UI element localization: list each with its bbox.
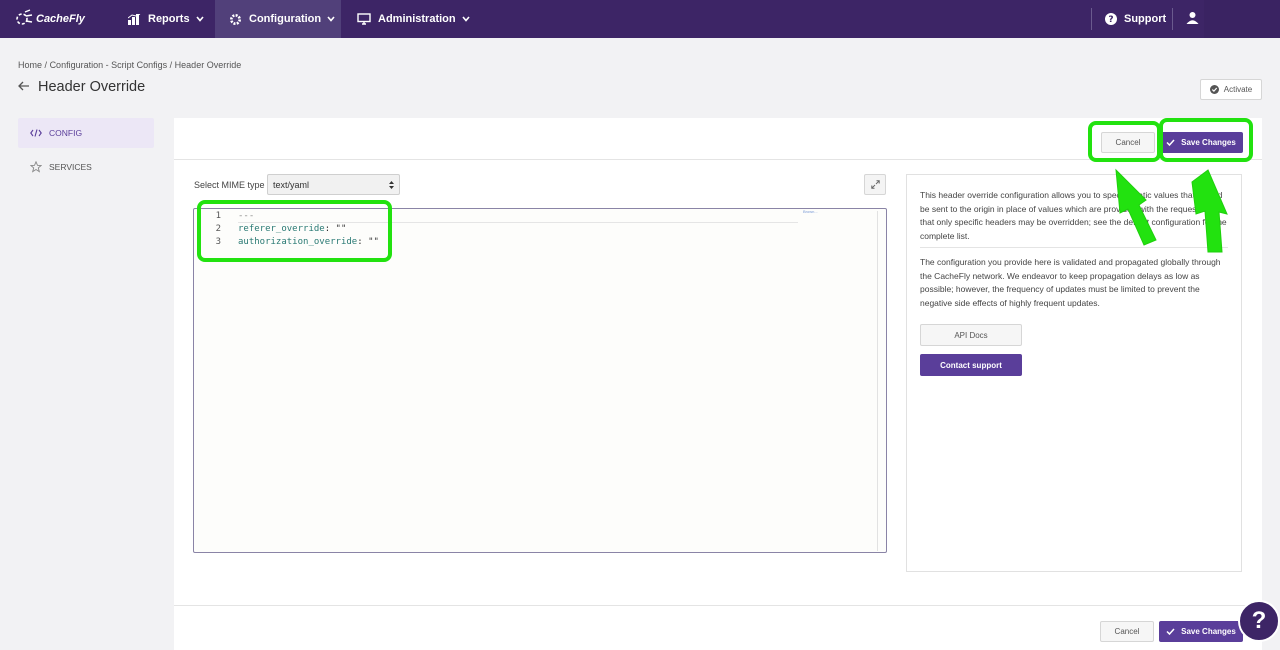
breadcrumb-script-configs[interactable]: Configuration - Script Configs	[50, 60, 168, 70]
activate-label: Activate	[1223, 85, 1253, 94]
help-chat-button[interactable]: ?	[1238, 600, 1280, 642]
mime-type-label: Select MIME type	[194, 180, 265, 190]
editor-minimap[interactable]: Brown...	[803, 209, 818, 214]
yaml-key: referer_override	[238, 224, 325, 234]
active-line-highlight	[238, 211, 798, 223]
code-text: authorization_override: ""	[238, 236, 379, 249]
info-paragraph: This header override configuration allow…	[920, 190, 1227, 241]
logo-mark-icon	[16, 9, 33, 25]
chevron-down-icon	[195, 16, 204, 22]
editor-scrollbar[interactable]	[877, 211, 878, 551]
check-circle-icon	[1209, 85, 1219, 94]
select-arrows-icon	[388, 179, 395, 191]
breadcrumb-current: Header Override	[174, 60, 242, 70]
activate-button[interactable]: Activate	[1200, 79, 1262, 100]
question-circle-icon: ?	[1105, 13, 1117, 25]
mime-type-select[interactable]: text/yaml	[267, 174, 400, 195]
expand-editor-button[interactable]	[864, 174, 886, 195]
nav-support[interactable]: ? Support	[1091, 0, 1180, 38]
yaml-value: ""	[368, 237, 379, 247]
nav-reports-label: Reports	[148, 13, 190, 25]
nav-administration-label: Administration	[378, 13, 456, 25]
page-title: Header Override	[38, 79, 146, 95]
yaml-key: authorization_override	[238, 237, 358, 247]
logo-text: CacheFly	[36, 13, 85, 25]
back-arrow-icon[interactable]	[18, 80, 30, 94]
line-number: 1	[215, 211, 221, 221]
nav-configuration-label: Configuration	[249, 13, 322, 25]
user-icon	[1186, 11, 1199, 27]
monitor-icon	[357, 13, 371, 25]
save-changes-label: Save Changes	[1181, 627, 1236, 636]
code-icon	[30, 129, 42, 137]
save-changes-label: Save Changes	[1181, 138, 1236, 147]
breadcrumb-separator: /	[169, 60, 173, 70]
save-changes-button-bottom[interactable]: Save Changes	[1159, 621, 1243, 642]
yaml-colon: :	[357, 237, 369, 247]
panel-divider	[174, 159, 1262, 160]
cancel-button-bottom[interactable]: Cancel	[1100, 621, 1154, 642]
gear-icon	[229, 13, 242, 26]
chevron-down-icon	[327, 16, 335, 22]
line-number: 2	[215, 224, 221, 234]
yaml-colon: :	[324, 224, 336, 234]
title-row: Header Override	[18, 79, 145, 95]
yaml-value: ""	[335, 224, 347, 234]
api-docs-button[interactable]: API Docs	[920, 324, 1022, 346]
top-navbar: CacheFly Reports Configuration Administr…	[0, 0, 1280, 38]
expand-icon	[870, 178, 880, 192]
code-text: ---	[238, 211, 255, 221]
nav-reports[interactable]: Reports	[114, 0, 218, 38]
cachefly-logo[interactable]: CacheFly	[16, 6, 85, 32]
breadcrumb-home[interactable]: Home	[18, 60, 42, 70]
save-changes-button-top[interactable]: Save Changes	[1159, 132, 1243, 153]
code-editor[interactable]: Brown... 1 --- 2 referer_override: "" 3 …	[193, 208, 887, 553]
sidebar-item-config[interactable]: CONFIG	[18, 118, 154, 148]
mime-type-value: text/yaml	[273, 179, 310, 190]
svg-text:?: ?	[1108, 15, 1113, 25]
sidebar-item-services[interactable]: SERVICES	[18, 152, 154, 182]
checkmark-icon	[1166, 628, 1175, 635]
user-menu-area	[1204, 0, 1280, 38]
contact-support-button[interactable]: Contact support	[920, 354, 1022, 376]
nav-administration[interactable]: Administration	[343, 0, 484, 38]
checkmark-icon	[1166, 139, 1175, 146]
sidebar-item-label: CONFIG	[49, 128, 83, 138]
nav-configuration[interactable]: Configuration	[215, 0, 341, 38]
breadcrumb-separator: /	[44, 60, 48, 70]
cancel-button-top[interactable]: Cancel	[1101, 132, 1155, 153]
sidebar-item-label: SERVICES	[49, 162, 92, 172]
star-icon	[30, 161, 42, 173]
code-text: referer_override: ""	[238, 223, 346, 236]
info-paragraph: The configuration you provide here is va…	[920, 257, 1221, 308]
panel-divider	[174, 605, 1262, 606]
nav-support-label: Support	[1124, 13, 1167, 25]
bar-chart-icon	[128, 13, 141, 25]
info-divider	[920, 247, 1228, 248]
line-number: 3	[215, 237, 221, 247]
chevron-down-icon	[462, 16, 470, 22]
breadcrumb: Home / Configuration - Script Configs / …	[18, 60, 241, 70]
